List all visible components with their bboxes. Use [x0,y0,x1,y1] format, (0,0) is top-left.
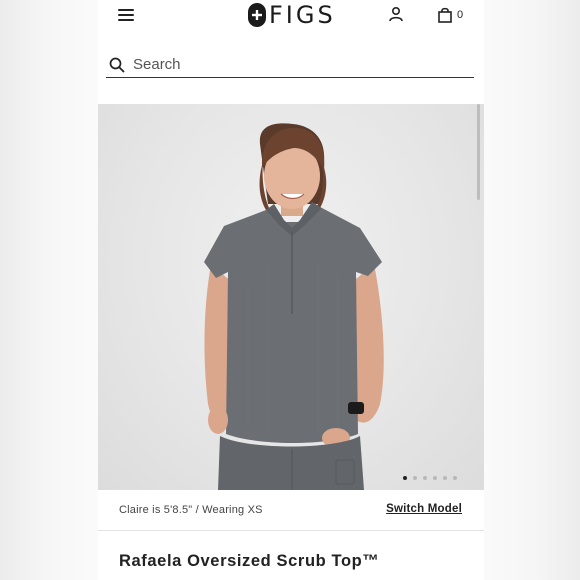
product-image[interactable] [98,104,484,490]
carousel-dot-5[interactable] [443,476,447,480]
brand-name: FIGS [269,1,336,29]
search-bar[interactable] [106,52,474,78]
model-size-info: Claire is 5'8.5" / Wearing XS [119,504,263,516]
carousel-dot-4[interactable] [433,476,437,480]
model-photo-illustration [204,123,384,490]
cart-button[interactable]: 0 [438,6,463,24]
carousel-dot-6[interactable] [453,476,457,480]
brand-logo[interactable]: FIGS [248,2,336,28]
page-scrollbar[interactable] [477,104,480,200]
image-carousel-dots [403,476,457,480]
mobile-page: FIGS 0 Search Claire is 5'8.5" / Wearing… [98,0,484,580]
top-navigation-bar: FIGS 0 [98,0,484,34]
shopping-bag-icon [438,7,452,23]
menu-icon[interactable] [118,9,134,21]
cart-count: 0 [457,9,464,21]
account-icon[interactable] [388,6,404,22]
carousel-dot-1[interactable] [403,476,407,480]
carousel-dot-3[interactable] [423,476,427,480]
search-input[interactable] [133,56,453,73]
model-info-bar: Claire is 5'8.5" / Wearing XS Switch Mod… [98,490,484,531]
product-title: Rafaela Oversized Scrub Top™ [119,552,380,570]
carousel-dot-2[interactable] [413,476,417,480]
switch-model-link[interactable]: Switch Model [386,503,462,515]
search-icon [109,57,125,73]
figs-logo-plus-icon [248,3,266,27]
